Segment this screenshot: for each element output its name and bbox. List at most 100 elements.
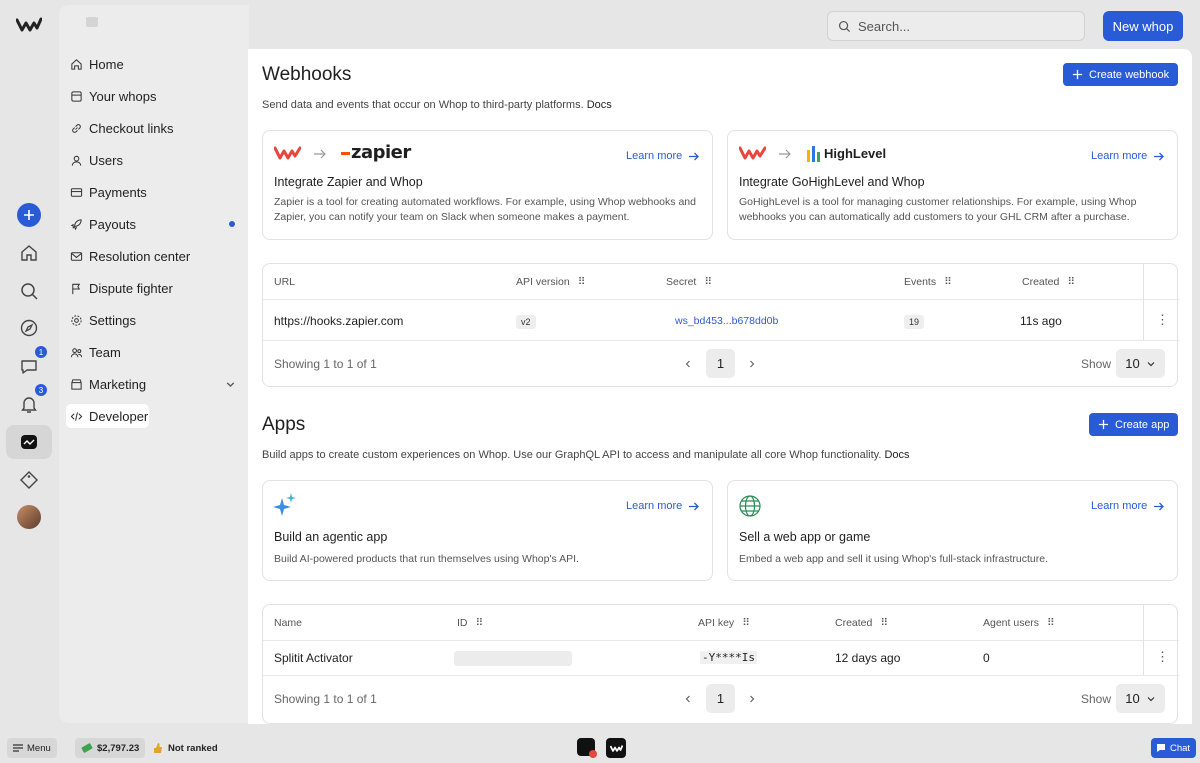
create-app-button[interactable]: Create app [1089,413,1179,436]
chevron-down-icon[interactable] [224,378,237,391]
home-icon [71,58,82,70]
zapier-learn-more-link[interactable]: Learn more [626,150,700,162]
sidebar-item-checkout-links[interactable]: Checkout links [66,116,241,140]
column-label: Events [904,276,937,288]
column-label: ID [457,617,468,629]
drag-handle-icon[interactable]: ⠿ [1067,276,1075,288]
column-header-secret[interactable]: Secret ⠿ [666,276,712,288]
notifications-badge: 3 [35,384,47,396]
sidebar-item-label: Dispute fighter [89,280,173,296]
web-app-learn-more-link[interactable]: Learn more [1091,500,1165,512]
app-id-redacted [454,651,572,666]
gear-icon [71,314,82,326]
agentic-app-card: Learn more Build an agentic app Build AI… [262,480,713,581]
column-header-id[interactable]: ID ⠿ [457,617,483,629]
column-header-created[interactable]: Created ⠿ [1022,276,1075,288]
sidebar-item-label: Settings [89,312,136,328]
column-header-name[interactable]: Name [274,617,302,629]
new-whop-button[interactable]: New whop [1103,11,1183,41]
chevron-right-icon[interactable] [747,359,757,369]
page-size-value: 10 [1125,691,1140,706]
chevron-left-icon[interactable] [683,694,693,704]
create-plus-button[interactable] [17,203,41,227]
apps-docs-link[interactable]: Docs [884,449,909,461]
messages-badge: 1 [35,346,47,358]
page-number-button[interactable]: 1 [706,684,735,713]
app-dock-icon[interactable] [577,738,597,758]
whop-dock-icon[interactable] [606,738,626,758]
sidebar-item-payouts[interactable]: Payouts [66,212,241,236]
column-header-agent-users[interactable]: Agent users ⠿ [983,617,1055,629]
sidebar-item-users[interactable]: Users [66,148,241,172]
page-size-select[interactable]: 10 [1116,349,1165,378]
sidebar-item-label: Payments [89,184,147,200]
rank-chip[interactable]: Not ranked [146,738,224,758]
drag-handle-icon[interactable]: ⠿ [578,276,586,288]
menu-button[interactable]: Menu [7,738,57,758]
chat-button[interactable]: Chat [1151,738,1196,758]
row-more-icon[interactable]: ⋮ [1156,649,1169,665]
column-header-url[interactable]: URL [274,276,295,288]
app-name[interactable]: Splitit Activator [274,651,353,665]
chevron-left-icon[interactable] [683,359,693,369]
dashboard-icon[interactable] [14,427,44,457]
sidebar-item-resolution-center[interactable]: Resolution center [66,244,241,268]
apps-description-text: Build apps to create custom experiences … [262,449,882,461]
avatar[interactable] [17,505,41,529]
drag-handle-icon[interactable]: ⠿ [1047,617,1055,629]
row-more-icon[interactable]: ⋮ [1156,312,1169,328]
sidebar-item-team[interactable]: Team [66,340,241,364]
zapier-card-title: Integrate Zapier and Whop [274,175,423,189]
link-icon [72,123,81,133]
sidebar-item-payments[interactable]: Payments [66,180,241,204]
highlevel-learn-more-link[interactable]: Learn more [1091,150,1165,162]
page-size-select[interactable]: 10 [1116,684,1165,713]
column-label: Created [1022,276,1060,288]
whop-logo[interactable] [15,16,43,34]
drag-handle-icon[interactable]: ⠿ [880,617,888,629]
webhook-url[interactable]: https://hooks.zapier.com [274,314,403,328]
chevron-right-icon[interactable] [747,694,757,704]
sidebar-item-developer[interactable]: Developer [66,404,149,428]
webhooks-docs-link[interactable]: Docs [587,99,612,111]
company-switcher[interactable] [78,14,98,32]
messages-icon[interactable]: 1 [14,346,47,381]
bell-icon[interactable]: 3 [14,384,47,419]
column-header-api-version[interactable]: API version ⠿ [516,276,585,288]
sidebar-item-your-whops[interactable]: Your whops [66,84,241,108]
sparkle-icon [273,493,296,516]
agentic-learn-more-link[interactable]: Learn more [626,500,700,512]
drag-handle-icon[interactable]: ⠿ [704,276,712,288]
sidebar-item-settings[interactable]: Settings [66,308,241,332]
drag-handle-icon[interactable]: ⠿ [742,617,750,629]
search-input[interactable]: Search... [827,11,1085,41]
webhook-secret-link[interactable]: ws_bd453...b678dd0b [675,315,778,327]
balance-chip[interactable]: $2,797.23 [75,738,146,758]
column-header-events[interactable]: Events ⠿ [904,276,952,288]
apps-title: Apps [262,414,306,435]
user-icon [71,155,82,166]
create-webhook-button[interactable]: Create webhook [1063,63,1179,86]
zapier-card-text: Zapier is a tool for creating automated … [274,196,696,223]
arrow-right-icon [689,152,700,160]
search-icon[interactable] [14,276,44,306]
drag-handle-icon[interactable]: ⠿ [944,276,952,288]
home-icon[interactable] [14,238,44,268]
arrow-right-icon [779,149,791,159]
sidebar-item-home[interactable]: Home [66,52,241,76]
web-app-card-text: Embed a web app and sell it using Whop's… [739,553,1048,565]
drag-handle-icon[interactable]: ⠿ [476,617,484,629]
compass-icon[interactable] [14,313,44,343]
column-header-api-key[interactable]: API key ⠿ [698,617,750,629]
store-icon [71,378,82,390]
search-icon [838,20,851,32]
tag-icon[interactable] [14,465,44,495]
column-header-created[interactable]: Created ⠿ [835,617,888,629]
sidebar-item-dispute-fighter[interactable]: Dispute fighter [66,276,241,300]
app-api-key[interactable]: -Y****Is [700,651,757,664]
app-created: 12 days ago [835,651,901,665]
sidebar-item-marketing[interactable]: Marketing [66,372,241,396]
sidebar-item-label: Users [89,152,123,168]
page-number-button[interactable]: 1 [706,349,735,378]
sidebar-item-label: Home [89,56,124,72]
